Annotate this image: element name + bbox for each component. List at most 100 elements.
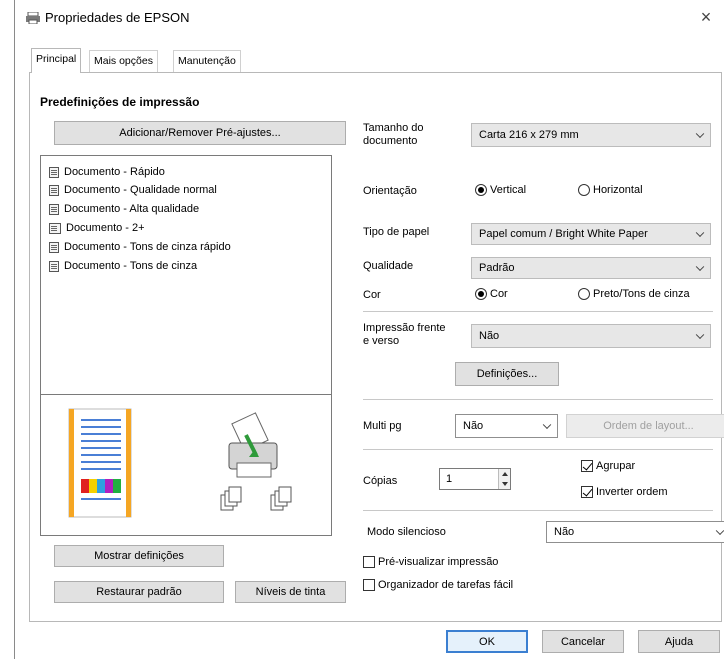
preset-label: Documento - Alta qualidade — [64, 203, 200, 215]
quality-label: Qualidade — [363, 260, 414, 272]
quality-value: Padrão — [479, 262, 515, 274]
preset-label: Documento - Rápido — [64, 166, 165, 178]
copies-stepper[interactable]: 1 — [439, 468, 511, 490]
preset-label: Documento - Qualidade normal — [64, 184, 217, 196]
spin-arrows-icon[interactable] — [498, 469, 510, 489]
list-item[interactable]: Documento - Qualidade normal — [49, 183, 217, 197]
document-icon — [49, 184, 59, 196]
copies-value: 1 — [446, 473, 453, 485]
color-radio[interactable]: Cor — [475, 288, 508, 300]
doc-size-value: Carta 216 x 279 mm — [479, 129, 579, 141]
quiet-mode-value: Não — [554, 526, 575, 538]
presets-list: Documento - Rápido Documento - Qualidade… — [40, 155, 332, 395]
document-icon — [49, 203, 59, 215]
list-item[interactable]: Documento - Tons de cinza rápido — [49, 240, 231, 254]
add-remove-presets-button[interactable]: Adicionar/Remover Pré-ajustes... — [54, 121, 346, 145]
tab-mais-opcoes[interactable]: Mais opções — [89, 50, 158, 72]
duplex-label: Impressão frente e verso — [363, 322, 446, 347]
help-button[interactable]: Ajuda — [638, 630, 720, 653]
chevron-down-icon — [695, 129, 705, 139]
multi-page-select[interactable]: Não — [455, 414, 558, 438]
print-preview-area — [40, 394, 332, 536]
document-icon — [49, 166, 59, 178]
checkbox-label: Organizador de tarefas fácil — [378, 579, 514, 591]
list-item[interactable]: Documento - Tons de cinza — [49, 259, 197, 273]
preset-label: Documento - Tons de cinza rápido — [64, 241, 231, 253]
print-preview-checkbox[interactable]: Pré-visualizar impressão — [363, 556, 498, 568]
tab-principal[interactable]: Principal — [31, 48, 82, 73]
radio-selected-icon — [475, 184, 487, 196]
multi-page-value: Não — [463, 420, 484, 432]
tab-manutencao[interactable]: Manutenção — [173, 50, 241, 72]
printer-properties-window: Propriedades de EPSON × Principal Mais o… — [14, 0, 724, 659]
presets-heading: Predefinições de impressão — [40, 95, 200, 109]
quality-select[interactable]: Padrão — [471, 257, 711, 279]
preset-label: Documento - 2+ — [66, 222, 145, 234]
radio-label: Preto/Tons de cinza — [593, 288, 690, 300]
radio-label: Cor — [490, 288, 508, 300]
orientation-horizontal-radio[interactable]: Horizontal — [578, 184, 643, 196]
two-up-icon — [49, 222, 61, 234]
doc-size-select[interactable]: Carta 216 x 279 mm — [471, 123, 711, 147]
ink-levels-button[interactable]: Níveis de tinta — [235, 581, 346, 603]
checkbox-label: Inverter ordem — [596, 486, 668, 498]
collate-checkbox[interactable]: Agrupar — [581, 460, 635, 472]
tab-panel-principal: Predefinições de impressão Adicionar/Rem… — [29, 72, 724, 622]
divider — [363, 510, 713, 511]
paper-type-value: Papel comum / Bright White Paper — [479, 228, 648, 240]
duplex-settings-button[interactable]: Definições... — [455, 362, 559, 386]
divider — [363, 311, 713, 312]
ok-button[interactable]: OK — [446, 630, 528, 653]
multi-page-label: Multi pg — [363, 420, 402, 432]
preview-illustration — [68, 408, 292, 518]
close-icon[interactable]: × — [695, 6, 717, 28]
radio-label: Vertical — [490, 184, 527, 196]
printer-icon — [228, 412, 278, 478]
printer-app-icon — [26, 12, 40, 24]
preset-label: Documento - Tons de cinza — [64, 260, 198, 272]
document-preview-icon — [68, 408, 132, 518]
list-item[interactable]: Documento - Alta qualidade — [49, 202, 199, 216]
divider — [363, 399, 713, 400]
divider — [363, 449, 713, 450]
quiet-mode-label: Modo silencioso — [367, 526, 446, 538]
chevron-down-icon — [542, 420, 552, 430]
collate-copies-icon — [220, 486, 292, 511]
layout-order-button: Ordem de layout... — [566, 414, 724, 438]
quiet-mode-select[interactable]: Não — [546, 521, 724, 543]
job-arranger-checkbox[interactable]: Organizador de tarefas fácil — [363, 579, 513, 591]
radio-unselected-icon — [578, 184, 590, 196]
chevron-down-icon — [695, 330, 705, 340]
restore-defaults-button[interactable]: Restaurar padrão — [54, 581, 224, 603]
title-bar: Propriedades de EPSON × — [15, 0, 724, 36]
reverse-order-checkbox[interactable]: Inverter ordem — [581, 486, 668, 498]
checkbox-label: Pré-visualizar impressão — [378, 556, 499, 568]
paper-type-select[interactable]: Papel comum / Bright White Paper — [471, 223, 711, 245]
checkbox-unchecked-icon — [363, 556, 375, 568]
copies-label: Cópias — [363, 475, 398, 487]
orientation-label: Orientação — [363, 185, 417, 197]
checkbox-unchecked-icon — [363, 579, 375, 591]
checkbox-label: Agrupar — [596, 460, 636, 472]
window-title: Propriedades de EPSON — [45, 10, 190, 25]
document-icon — [49, 241, 59, 253]
list-item[interactable]: Documento - Rápido — [49, 165, 165, 179]
color-label: Cor — [363, 289, 381, 301]
show-settings-button[interactable]: Mostrar definições — [54, 545, 224, 567]
duplex-select[interactable]: Não — [471, 324, 711, 348]
paper-type-label: Tipo de papel — [363, 226, 430, 238]
list-item[interactable]: Documento - 2+ — [49, 221, 145, 235]
cancel-button[interactable]: Cancelar — [542, 630, 624, 653]
chevron-down-icon — [715, 526, 724, 536]
chevron-down-icon — [695, 228, 705, 238]
document-icon — [49, 260, 59, 272]
checkbox-checked-icon — [581, 486, 593, 498]
doc-size-label: Tamanho do documento — [363, 122, 424, 147]
checkbox-checked-icon — [581, 460, 593, 472]
radio-unselected-icon — [578, 288, 590, 300]
duplex-value: Não — [479, 330, 500, 342]
radio-selected-icon — [475, 288, 487, 300]
grayscale-radio[interactable]: Preto/Tons de cinza — [578, 288, 690, 300]
orientation-vertical-radio[interactable]: Vertical — [475, 184, 526, 196]
radio-label: Horizontal — [593, 184, 643, 196]
